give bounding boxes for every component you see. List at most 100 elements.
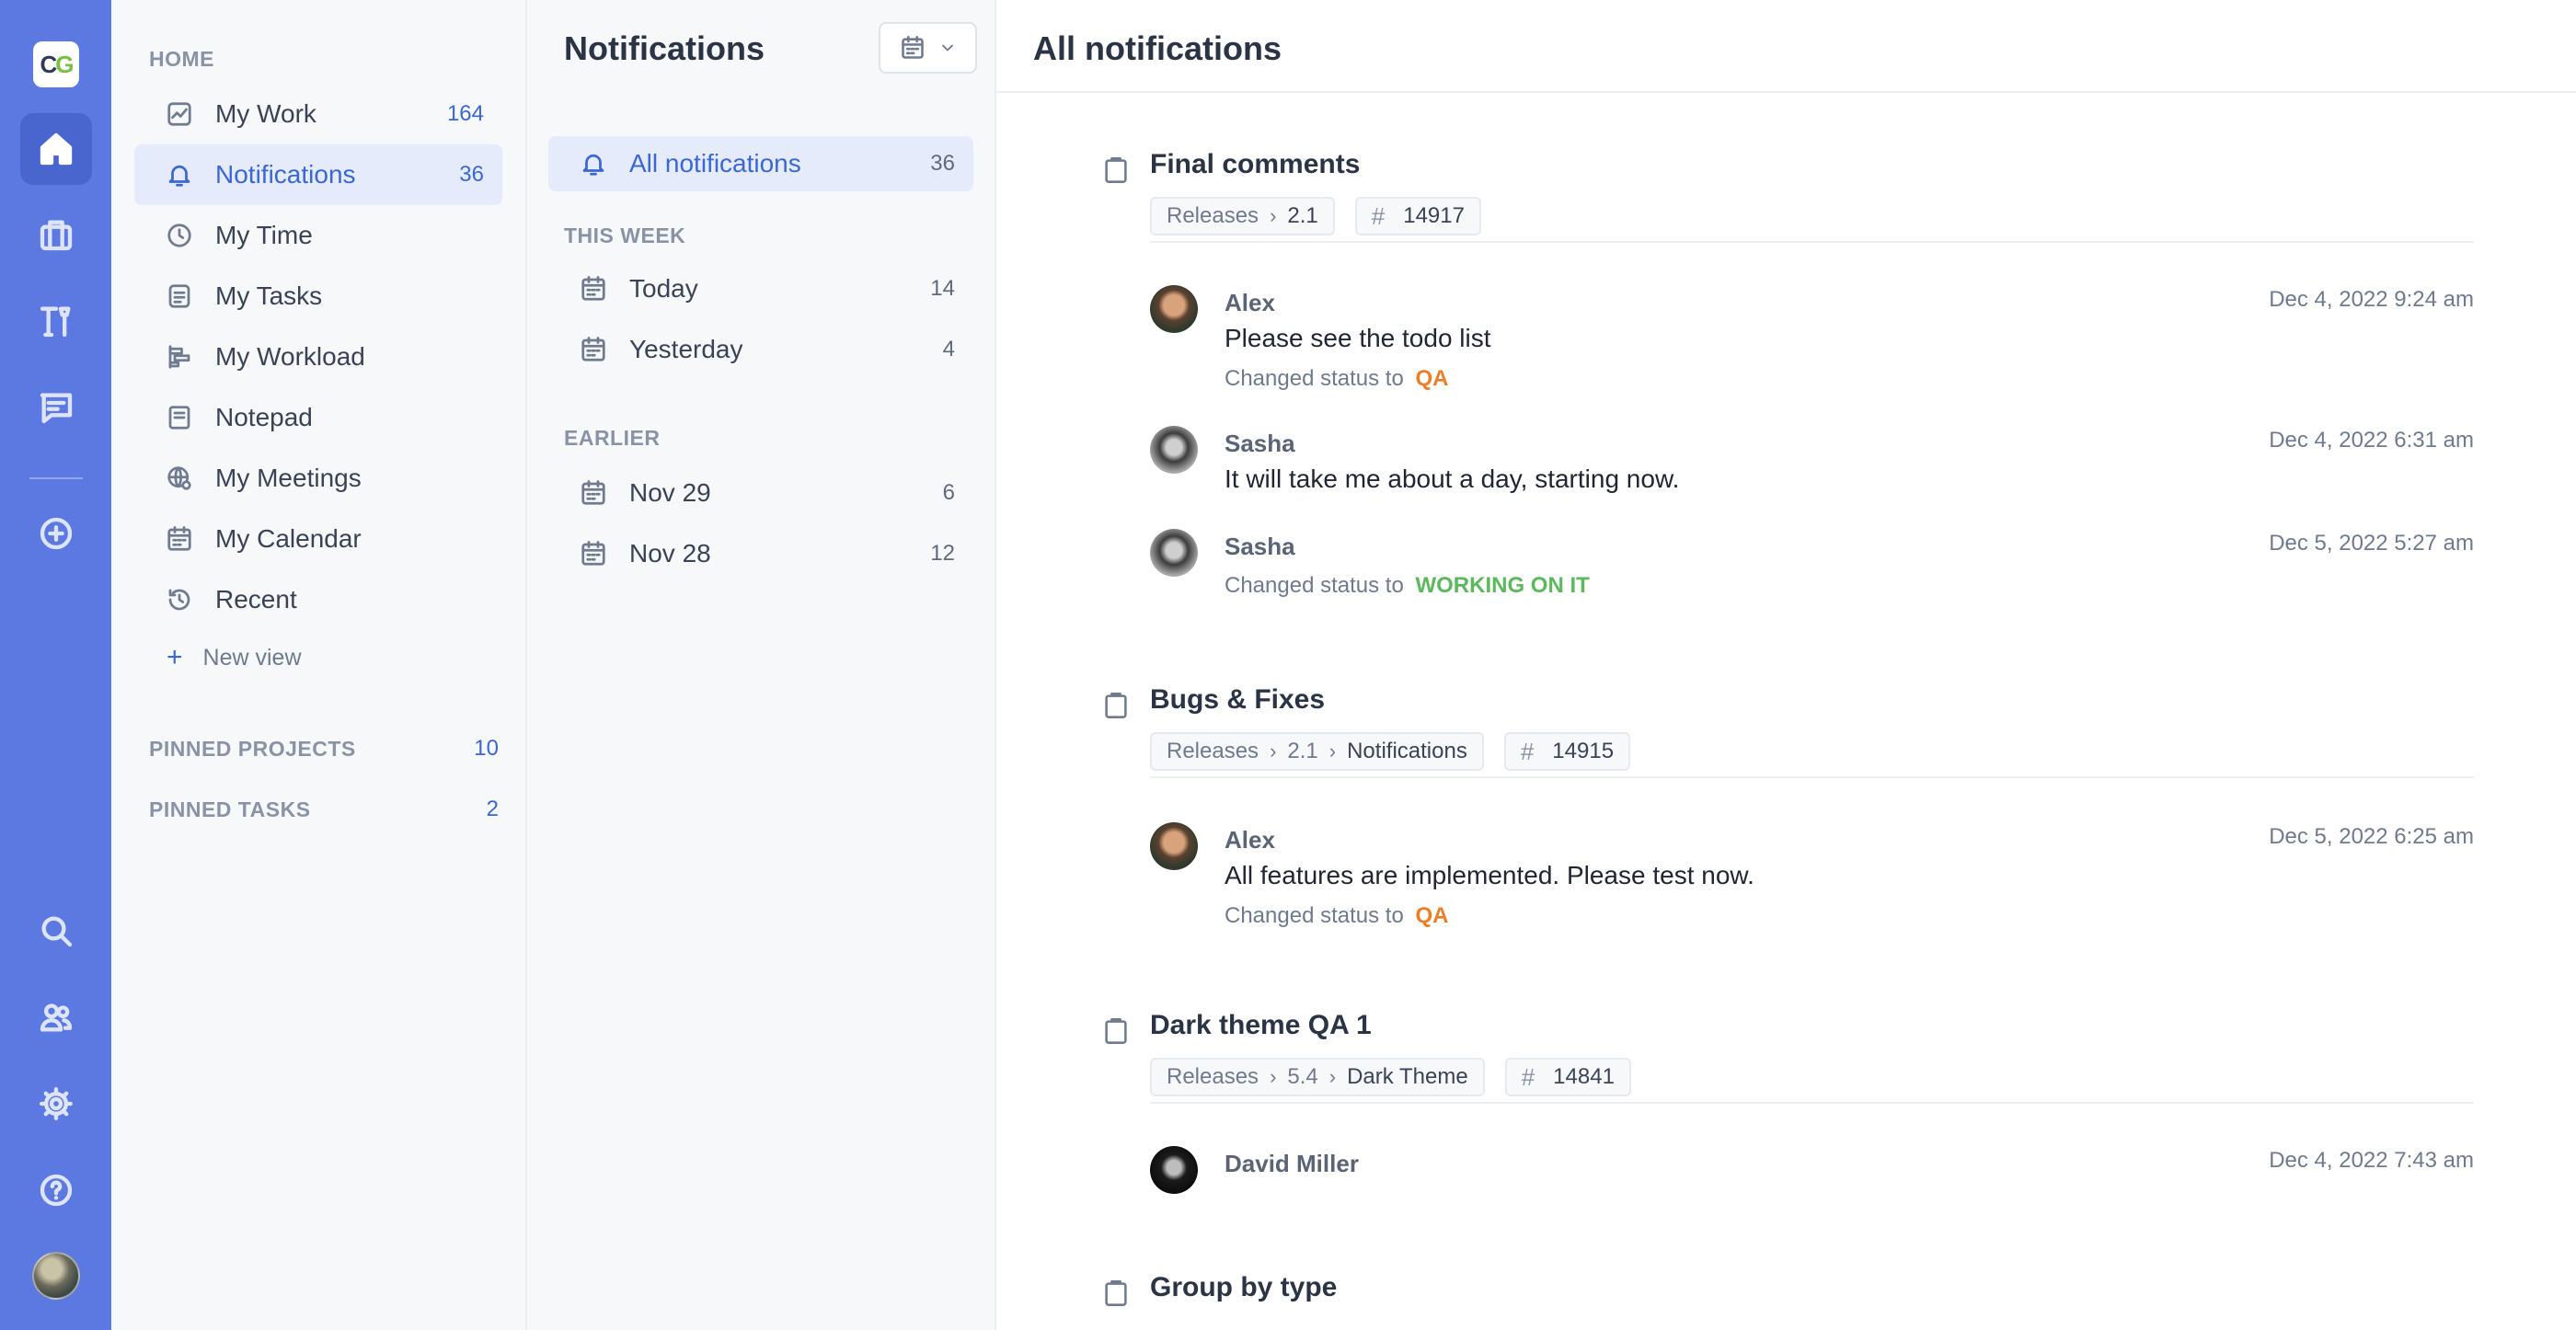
rail-home-button[interactable] (20, 113, 92, 185)
hash-icon: # (1521, 1062, 1535, 1091)
rail-settings-button[interactable] (20, 1068, 92, 1140)
task-id-chip[interactable]: # 14915 (1503, 732, 1631, 771)
sidebar-item-my-work[interactable]: My Work 164 (134, 84, 502, 144)
rail-tools-button[interactable] (20, 285, 92, 357)
status-change: Changed status to QA (1225, 903, 1448, 929)
sidebar-item-notifications[interactable]: Notifications 36 (134, 144, 502, 205)
rail-chat-button[interactable] (20, 372, 92, 443)
sidebar-item-my-time[interactable]: My Time (134, 205, 502, 266)
breadcrumb-item: 2.1 (1287, 739, 1318, 763)
home-icon (40, 132, 73, 166)
notepad-icon (166, 403, 195, 432)
rail-add-button[interactable] (20, 498, 92, 569)
logo-letter-c: C (40, 50, 57, 78)
clipboard-icon (1103, 1279, 1129, 1307)
clipboard-icon (1103, 1017, 1129, 1045)
task-breadcrumb: Releases › 5.4 › Dark Theme # 14841 (1150, 1058, 1631, 1096)
calendar-icon (580, 478, 609, 508)
breadcrumb-chip[interactable]: Releases › 2.1 › Notifications (1150, 732, 1484, 771)
date-filter-button[interactable] (879, 22, 977, 74)
clock-icon (166, 221, 195, 250)
this-week-heading: THIS WEEK (564, 224, 686, 247)
status-badge: QA (1415, 903, 1449, 928)
sidebar-item-my-meetings[interactable]: My Meetings (134, 448, 502, 509)
task-breadcrumb: Releases › 2.1 # 14917 (1150, 197, 1481, 235)
status-prefix: Changed status to (1225, 573, 1404, 598)
sidebar-item-recent[interactable]: Recent (134, 569, 502, 630)
calendar-icon (901, 36, 924, 59)
filter-all-notifications[interactable]: All notifications 36 (548, 136, 973, 191)
user-avatar[interactable] (32, 1252, 80, 1300)
sidebar-item-label: Notifications (215, 160, 356, 189)
users-icon (40, 1003, 73, 1032)
bell-icon (166, 160, 195, 189)
pinned-tasks-label: PINNED TASKS (149, 797, 311, 821)
pinned-tasks[interactable]: PINNED TASKS 2 (149, 797, 499, 822)
breadcrumb-chip[interactable]: Releases › 2.1 (1150, 197, 1335, 235)
pinned-projects[interactable]: PINNED PROJECTS 10 (149, 736, 499, 762)
earlier-heading: EARLIER (564, 426, 661, 450)
rail-users-button[interactable] (20, 981, 92, 1053)
task-id: 14915 (1552, 739, 1615, 763)
task-breadcrumb: Releases › 2.1 › Notifications # 14915 (1150, 732, 1631, 771)
new-view-label: New view (202, 644, 302, 671)
filter-label: Yesterday (629, 335, 743, 363)
main-header: All notifications (996, 0, 2576, 93)
filter-today[interactable]: Today 14 (548, 261, 973, 316)
timestamp: Dec 4, 2022 7:43 am (2269, 1148, 2474, 1173)
filter-label: Today (629, 274, 698, 303)
app-rail: CG (0, 0, 111, 1330)
filter-count: 14 (930, 276, 955, 301)
new-view-button[interactable]: + New view (167, 644, 302, 671)
author-name: Alex (1225, 826, 1275, 854)
task-id: 14917 (1403, 203, 1465, 228)
divider (1150, 776, 2474, 778)
rail-projects-button[interactable] (20, 199, 92, 270)
comment-text: Please see the todo list (1225, 324, 1491, 352)
filter-nov-28[interactable]: Nov 28 12 (548, 526, 973, 581)
sidebar-item-notepad[interactable]: Notepad (134, 387, 502, 448)
filter-nov-29[interactable]: Nov 29 6 (548, 465, 973, 521)
avatar (1150, 1146, 1198, 1194)
task-id-chip[interactable]: # 14917 (1354, 197, 1481, 235)
rail-help-button[interactable] (20, 1154, 92, 1226)
chevron-right-icon: › (1270, 1065, 1277, 1088)
sidebar-item-my-workload[interactable]: My Workload (134, 327, 502, 387)
rail-search-button[interactable] (20, 895, 92, 967)
sidebar-item-label: My Tasks (215, 281, 323, 310)
sidebar-item-my-calendar[interactable]: My Calendar (134, 509, 502, 569)
calendar-icon (580, 335, 609, 364)
status-change: Changed status to WORKING ON IT (1225, 573, 1590, 599)
clipboard-icon (1103, 156, 1129, 184)
gear-icon (40, 1087, 74, 1120)
avatar (1150, 822, 1198, 870)
briefcase-icon (40, 220, 73, 251)
author-name: Sasha (1225, 430, 1295, 457)
chevron-right-icon: › (1328, 740, 1337, 762)
nav-home-heading: HOME (149, 47, 214, 71)
avatar (1150, 426, 1198, 474)
timestamp: Dec 4, 2022 9:24 am (2269, 287, 2474, 312)
status-badge: WORKING ON IT (1415, 573, 1590, 598)
task-title[interactable]: Final comments (1150, 149, 1360, 180)
task-title[interactable]: Bugs & Fixes (1150, 684, 1325, 716)
task-title[interactable]: Group by type (1150, 1272, 1337, 1303)
sidebar-item-my-tasks[interactable]: My Tasks (134, 266, 502, 327)
sidebar-nav: HOME My Work 164 Notifications 36 My Tim… (111, 0, 527, 1330)
notifications-panel: Notifications All notifications 36 THIS … (527, 0, 996, 1330)
task-id-chip[interactable]: # 14841 (1504, 1058, 1631, 1096)
author-name: Alex (1225, 289, 1275, 316)
sidebar-item-label: My Calendar (215, 524, 362, 553)
logo-letter-g: G (55, 50, 74, 78)
bell-icon (580, 149, 609, 178)
filter-yesterday[interactable]: Yesterday 4 (548, 322, 973, 377)
globe-icon (166, 464, 195, 493)
breadcrumb-chip[interactable]: Releases › 5.4 › Dark Theme (1150, 1058, 1485, 1096)
filter-count: 6 (942, 480, 955, 505)
app-logo[interactable]: CG (33, 41, 79, 87)
sidebar-item-count: 36 (459, 162, 484, 187)
add-circle-icon (40, 517, 73, 550)
status-badge: QA (1415, 366, 1449, 391)
author-name: Sasha (1225, 533, 1295, 560)
task-title[interactable]: Dark theme QA 1 (1150, 1010, 1372, 1041)
